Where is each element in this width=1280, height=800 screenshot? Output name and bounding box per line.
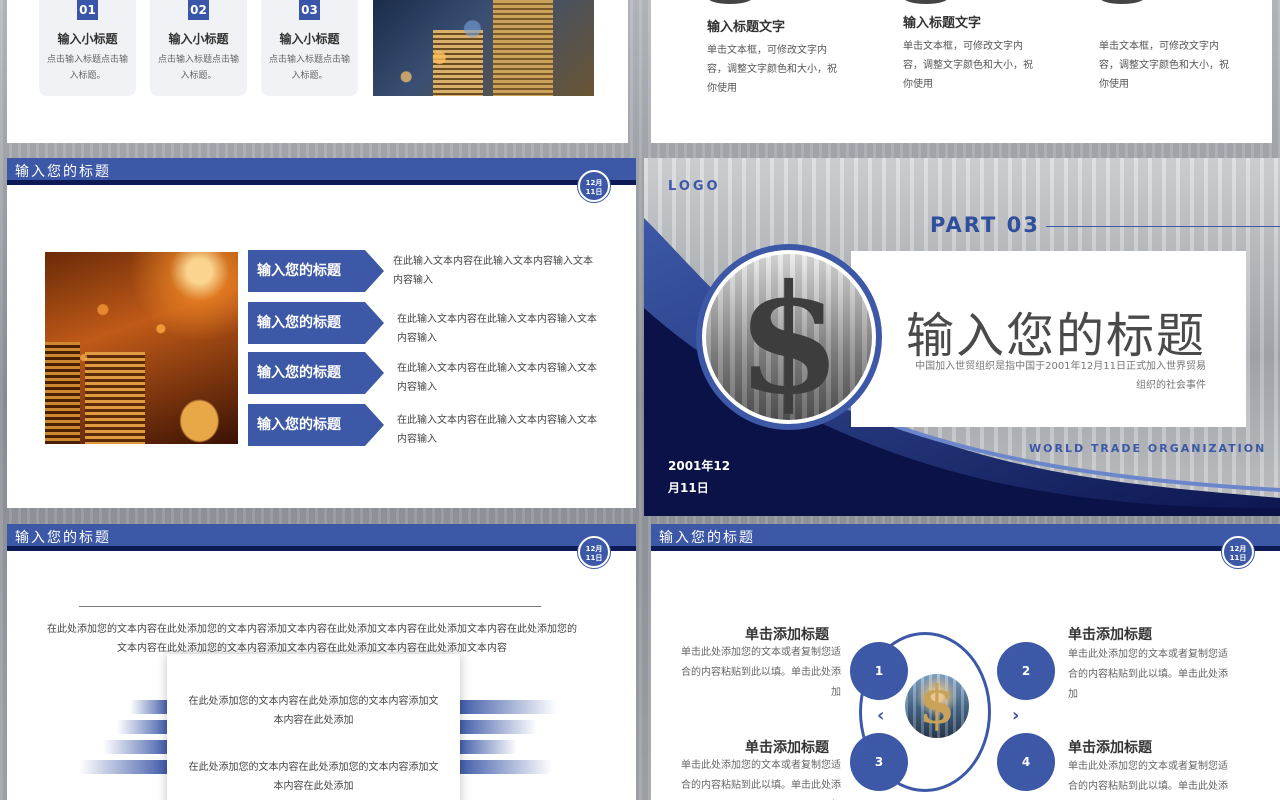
divider-line [79,606,541,607]
card-title: 输入小标题 [279,32,340,46]
slide-thumbnail-b[interactable]: 输入标题文字 单击文本框，可修改文字内容，调整文字颜色和大小，祝你使用 输入标题… [651,0,1272,143]
chevron-right-icon: › [1012,705,1020,726]
slide-thumbnail-f[interactable]: 输入您的标题 12月 11日 $ ‹ › 1 2 3 4 单击添加标题 单击此处… [651,524,1280,800]
column-title: 输入标题文字 [707,20,786,35]
card-desc: 点击输入标题点击输入标题。 [157,55,239,81]
step-desc-4: 单击此处添加您的文本或者复制您适合的内容粘贴到此以填。单击此处添加 [1068,761,1228,792]
arrow-label-2: 输入您的标题 [248,302,384,344]
coins-photo [45,252,238,444]
card-title: 输入小标题 [168,32,229,46]
coins-photo [373,0,594,96]
card-text-2: 在此处添加您的文本内容在此处添加您的文本内容添加文本内容在此处添加 [188,762,439,792]
date-line-1: 2001年12 [668,459,731,473]
wto-label: WORLD TRADE ORGANIZATION [1029,442,1267,455]
stripe-right [457,740,517,754]
stripe-left [117,720,170,734]
column-desc: 单击文本框，可修改文字内容，调整文字颜色和大小，祝你使用 [707,45,837,94]
slide-header: 输入您的标题 [7,524,636,551]
step-number-3: 3 [850,733,908,791]
date-line-2: 月11日 [668,481,709,495]
number-card-2: 02 输入小标题 点击输入标题点击输入标题。 [150,0,247,96]
card-title: 输入小标题 [57,32,118,46]
card-desc: 点击输入标题点击输入标题。 [268,55,350,81]
column-desc: 单击文本框，可修改文字内容，调整文字颜色和大小，祝你使用 [1099,41,1229,90]
slide-header: 输入您的标题 [651,524,1280,551]
slide-header: 输入您的标题 [7,158,636,185]
body-paragraph: 在此处添加您的文本内容在此处添加您的文本内容添加文本内容在此处添加文本内容在此处… [47,624,577,654]
step-title-1: 单击添加标题 [745,627,829,643]
arrow-label-1: 输入您的标题 [248,250,384,292]
number-card-3: 03 输入小标题 点击输入标题点击输入标题。 [261,0,358,96]
date-line-1: 12月 [585,179,603,187]
date-line-1: 12月 [1229,545,1247,553]
step-title-3: 单击添加标题 [745,740,829,756]
column-title: 输入标题文字 [903,16,982,31]
dollar-icon: $ [736,254,842,420]
card-desc: 点击输入标题点击输入标题。 [46,55,128,81]
column-desc: 单击文本框，可修改文字内容，调整文字颜色和大小，祝你使用 [903,41,1033,90]
logo: LOGO [668,179,721,194]
arrow-desc-4: 在此输入文本内容在此输入文本内容输入文本内容输入 [397,415,597,445]
date-badge: 12月 11日 [578,536,610,568]
date-line-1: 12月 [585,545,603,553]
date-line-2: 11日 [585,188,603,196]
number-badge: 01 [77,0,98,20]
arrow-label-3: 输入您的标题 [248,352,384,394]
number-card-1: 01 输入小标题 点击输入标题点击输入标题。 [39,0,136,96]
stripe-right [457,720,537,734]
number-badge: 02 [188,0,209,20]
cover-date: 2001年12 月11日 [668,455,730,499]
arrow-desc-3: 在此输入文本内容在此输入文本内容输入文本内容输入 [397,363,597,393]
stripe-left [79,760,170,774]
chevron-left-icon: ‹ [877,705,885,726]
header-title: 输入您的标题 [15,530,111,546]
dollar-icon: $ [918,675,956,736]
slide-thumbnail-cover[interactable]: LOGO PART 03 输入您的标题 中国加入世贸组织是指中国于2001年12… [644,158,1280,516]
step-desc-2: 单击此处添加您的文本或者复制您适合的内容粘贴到此以填。单击此处添加 [1068,649,1228,700]
arrow-label-4: 输入您的标题 [248,404,384,446]
step-title-4: 单击添加标题 [1068,740,1152,756]
dollar-circle-image: $ [696,244,882,430]
big-number-fragment [903,0,949,4]
date-line-2: 11日 [585,554,603,562]
slide-thumbnail-a[interactable]: 01 输入小标题 点击输入标题点击输入标题。 02 输入小标题 点击输入标题点击… [7,0,628,143]
big-number-fragment [707,0,753,4]
text-card: 在此处添加您的文本内容在此处添加您的文本内容添加文本内容在此处添加 在此处添加您… [167,654,460,800]
number-badge: 03 [299,0,320,20]
date-badge: 12月 11日 [1222,536,1254,568]
step-number-4: 4 [997,733,1055,791]
step-number-1: 1 [850,642,908,700]
slide-thumbnail-c[interactable]: 输入您的标题 12月 11日 输入您的标题 在此输入文本内容在此输入文本内容输入… [7,158,636,508]
part-divider [1046,226,1280,227]
date-line-2: 11日 [1229,554,1247,562]
step-desc-1: 单击此处添加您的文本或者复制您适合的内容粘贴到此以填。单击此处添加 [681,647,841,698]
stripe-left [130,700,170,714]
card-text-1: 在此处添加您的文本内容在此处添加您的文本内容添加文本内容在此处添加 [188,696,439,726]
step-title-2: 单击添加标题 [1068,627,1152,643]
arrow-desc-2: 在此输入文本内容在此输入文本内容输入文本内容输入 [397,314,597,344]
stripe-right [457,700,557,714]
center-dollar-image: $ [905,674,969,738]
slide-thumbnail-e[interactable]: 输入您的标题 12月 11日 在此处添加您的文本内容在此处添加您的文本内容添加文… [7,524,636,800]
header-title: 输入您的标题 [659,530,755,546]
cover-subtitle: 中国加入世贸组织是指中国于2001年12月11日正式加入世界贸易组织的社会事件 [915,361,1206,391]
date-badge: 12月 11日 [578,170,610,202]
step-number-2: 2 [997,642,1055,700]
big-number-fragment [1099,0,1145,4]
header-title: 输入您的标题 [15,164,111,180]
part-label: PART 03 [930,213,1040,237]
stripe-left [103,740,170,754]
step-desc-3: 单击此处添加您的文本或者复制您适合的内容粘贴到此以填。单击此处添加 [681,760,841,791]
arrow-desc-1: 在此输入文本内容在此输入文本内容输入文本内容输入 [393,256,593,286]
cover-title: 输入您的标题 [906,308,1207,364]
stripe-right [457,760,552,774]
